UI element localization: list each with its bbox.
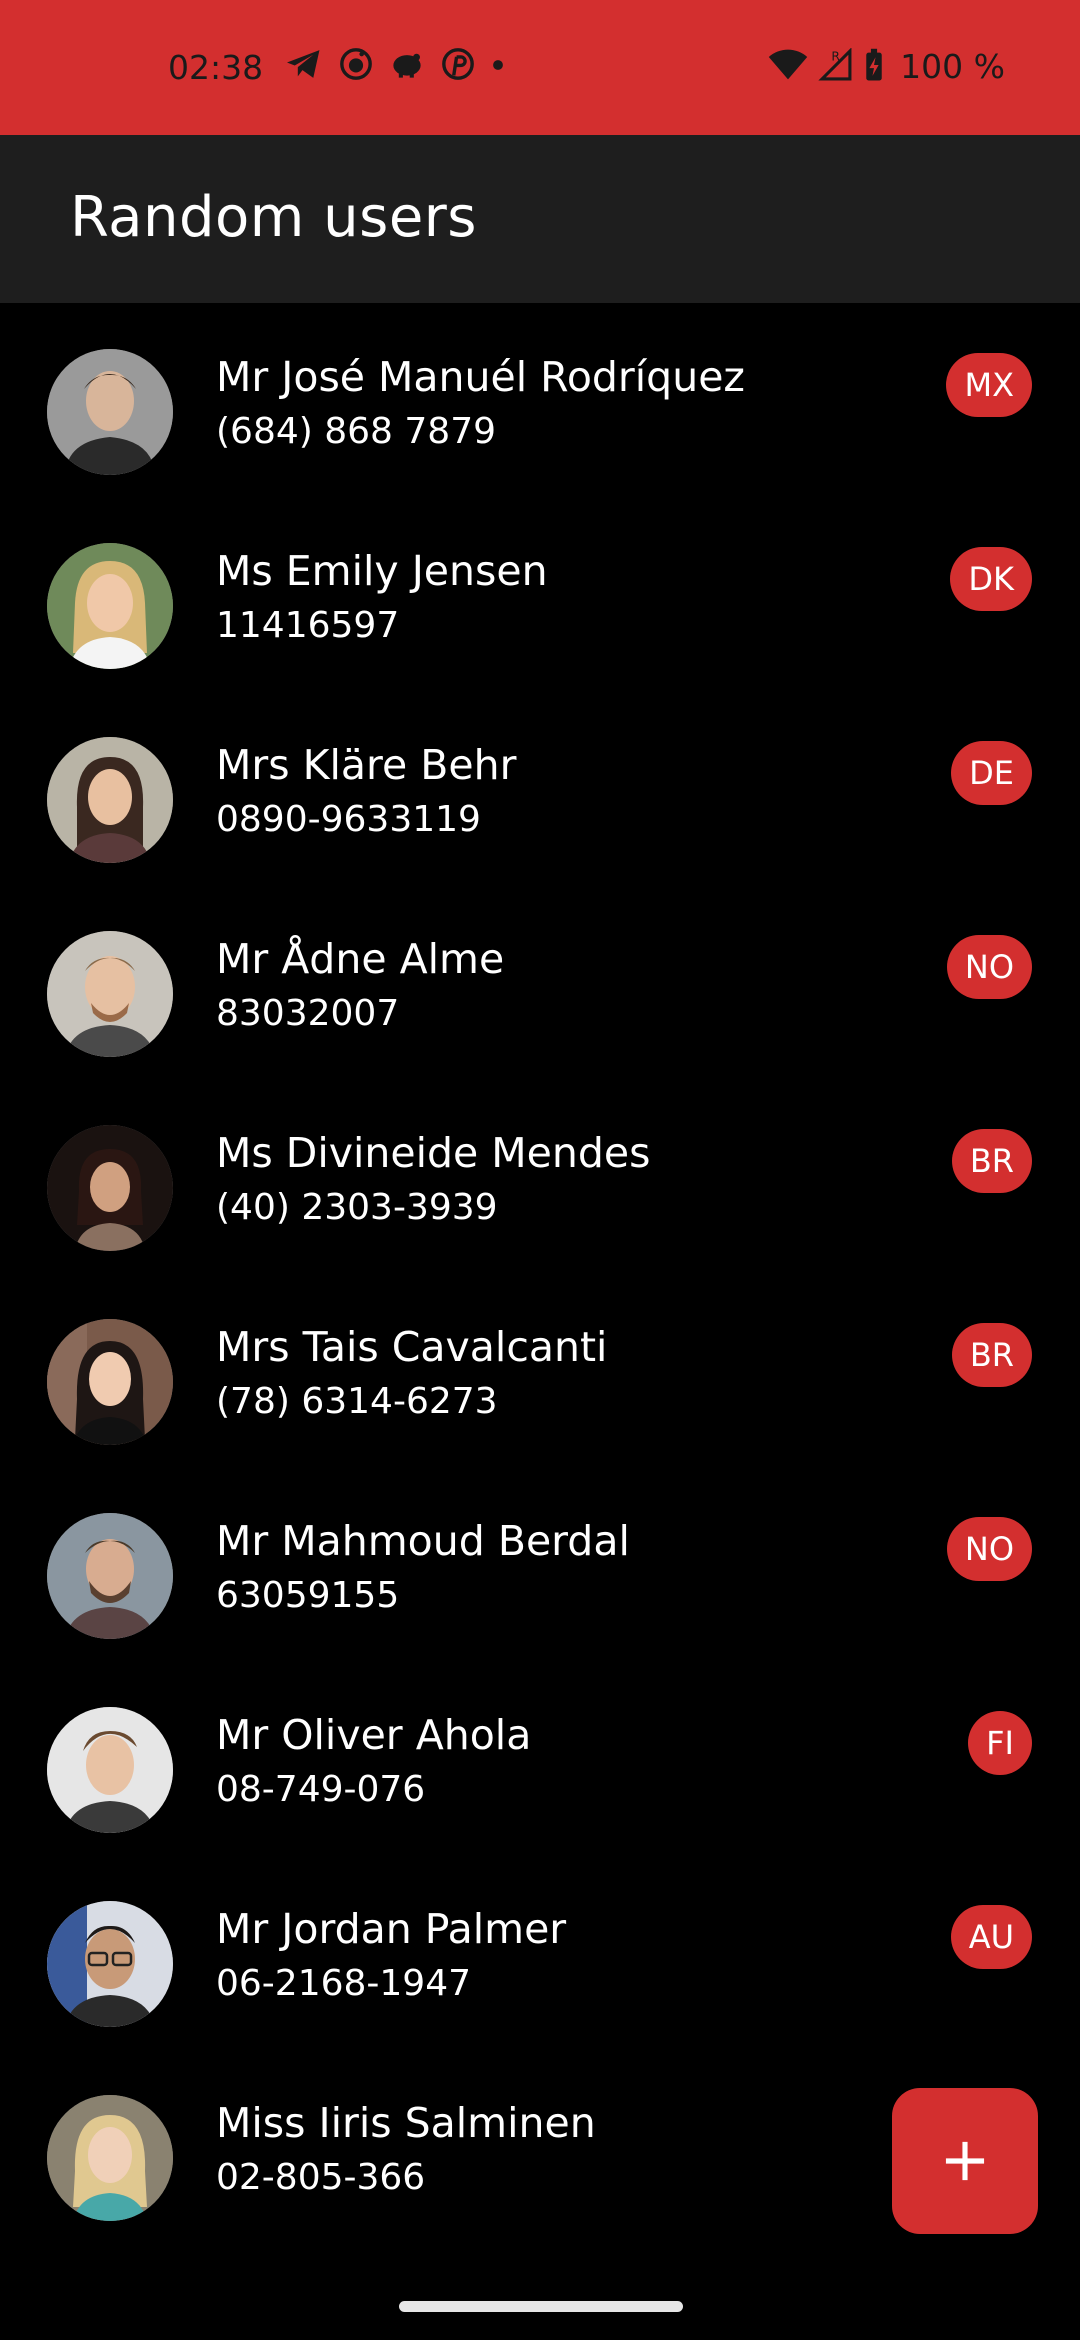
- pinterest-icon: [441, 47, 475, 85]
- country-badge: DK: [950, 547, 1032, 611]
- country-badge: MX: [946, 353, 1032, 417]
- user-phone: 06-2168-1947: [216, 1963, 472, 2004]
- country-badge: NO: [946, 1517, 1032, 1581]
- user-name: Mr José Manuél Rodríquez: [216, 353, 745, 401]
- user-name: Mrs Kläre Behr: [216, 741, 517, 789]
- user-phone: 63059155: [216, 1575, 400, 1616]
- page-title: Random users: [70, 185, 477, 250]
- add-user-button[interactable]: [892, 2088, 1038, 2234]
- country-badge: FI: [968, 1711, 1032, 1775]
- list-item[interactable]: Mr Oliver Ahola 08-749-076 FI: [0, 1661, 1080, 1855]
- country-badge: BR: [951, 1129, 1032, 1193]
- list-item[interactable]: Mrs Tais Cavalcanti (78) 6314-6273 BR: [0, 1273, 1080, 1467]
- user-name: Miss Iiris Salminen: [216, 2099, 596, 2147]
- country-badge: AU: [950, 1905, 1032, 1969]
- user-phone: (684) 868 7879: [216, 411, 497, 452]
- list-item[interactable]: Mr José Manuél Rodríquez (684) 868 7879 …: [0, 303, 1080, 497]
- wifi-icon: [768, 49, 808, 85]
- svg-text:R: R: [832, 49, 841, 63]
- user-phone: 08-749-076: [216, 1769, 426, 1810]
- user-phone: 11416597: [216, 605, 400, 646]
- piggy-bank-icon: [389, 49, 425, 83]
- signal-roaming-icon: R: [818, 46, 854, 86]
- plus-icon: [945, 2141, 985, 2181]
- notification-icons: [285, 47, 505, 85]
- user-list: Mr José Manuél Rodríquez (684) 868 7879 …: [0, 303, 1080, 2243]
- avatar: [47, 349, 173, 475]
- user-phone: 0890-9633119: [216, 799, 481, 840]
- status-time: 02:38: [168, 48, 264, 87]
- system-icons: R 100 %: [768, 46, 1005, 86]
- avatar: [47, 737, 173, 863]
- avatar: [47, 1901, 173, 2027]
- user-phone: (78) 6314-6273: [216, 1381, 498, 1422]
- user-phone: 83032007: [216, 993, 400, 1034]
- user-phone: 02-805-366: [216, 2157, 426, 2198]
- list-item[interactable]: Mrs Kläre Behr 0890-9633119 DE: [0, 691, 1080, 885]
- list-item[interactable]: Mr Mahmoud Berdal 63059155 NO: [0, 1467, 1080, 1661]
- user-name: Ms Emily Jensen: [216, 547, 548, 595]
- list-item[interactable]: Ms Divineide Mendes (40) 2303-3939 BR: [0, 1079, 1080, 1273]
- list-item[interactable]: Mr Ådne Alme 83032007 NO: [0, 885, 1080, 1079]
- user-name: Mr Jordan Palmer: [216, 1905, 567, 1953]
- avatar: [47, 931, 173, 1057]
- user-name: Mrs Tais Cavalcanti: [216, 1323, 608, 1371]
- telegram-icon: [285, 47, 323, 85]
- battery-percent: 100 %: [900, 47, 1005, 86]
- gesture-nav-handle[interactable]: [399, 2301, 683, 2312]
- avatar: [47, 1125, 173, 1251]
- battery-charging-icon: [864, 48, 884, 86]
- avatar: [47, 2095, 173, 2221]
- avatar: [47, 1319, 173, 1445]
- country-badge: NO: [946, 935, 1032, 999]
- app-bar: Random users: [0, 135, 1080, 303]
- avatar: [47, 1707, 173, 1833]
- avatar: [47, 543, 173, 669]
- user-name: Mr Ådne Alme: [216, 935, 505, 983]
- user-phone: (40) 2303-3939: [216, 1187, 498, 1228]
- user-name: Ms Divineide Mendes: [216, 1129, 651, 1177]
- country-badge: BR: [951, 1323, 1032, 1387]
- reddit-icon: [339, 47, 373, 85]
- user-name: Mr Oliver Ahola: [216, 1711, 532, 1759]
- list-item[interactable]: Mr Jordan Palmer 06-2168-1947 AU: [0, 1855, 1080, 2049]
- list-item[interactable]: Ms Emily Jensen 11416597 DK: [0, 497, 1080, 691]
- avatar: [47, 1513, 173, 1639]
- user-name: Mr Mahmoud Berdal: [216, 1517, 630, 1565]
- dot-icon: [491, 57, 505, 76]
- status-bar: 02:38 R 100 %: [0, 0, 1080, 135]
- country-badge: DE: [951, 741, 1032, 805]
